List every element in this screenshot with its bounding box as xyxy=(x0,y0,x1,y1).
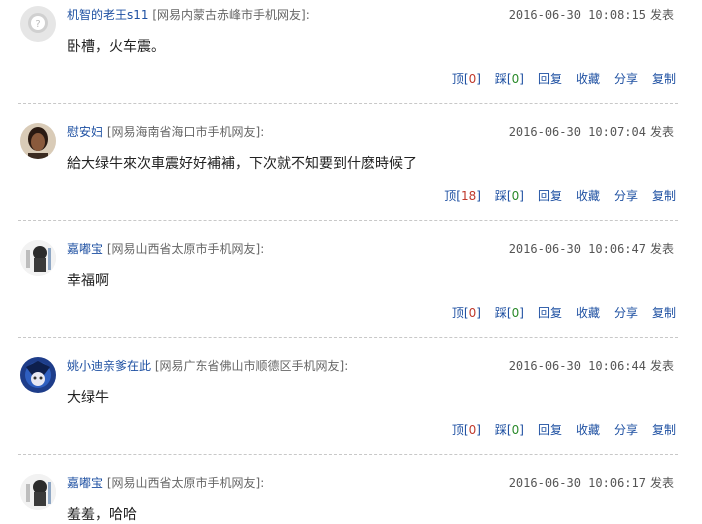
anime-avatar[interactable] xyxy=(20,357,56,393)
comment-item: 慰安妇 [网易海南省海口市手机网友]: 2016-06-30 10:07:04 发… xyxy=(0,117,702,234)
comment-item: 姚小迪亲爹在此 [网易广东省佛山市顺德区手机网友]: 2016-06-30 10… xyxy=(0,351,702,468)
favorite-button[interactable]: 收藏 xyxy=(576,421,600,438)
favorite-button[interactable]: 收藏 xyxy=(576,304,600,321)
photo-avatar[interactable] xyxy=(20,123,56,159)
comment-content: 給大绿牛來次車震好好補補，下次就不知要到什麽時候了 xyxy=(67,156,417,172)
timestamp: 2016-06-30 10:08:15 xyxy=(508,8,646,22)
publish-label: 发表 xyxy=(649,476,674,490)
divider xyxy=(18,454,678,455)
timestamp: 2016-06-30 10:06:44 xyxy=(508,359,646,373)
copy-button[interactable]: 复制 xyxy=(652,187,676,204)
comment-actions: 顶[18] 踩[0] 回复 收藏 分享 复制 xyxy=(444,187,676,204)
comment-content: 羞羞，哈哈 xyxy=(67,507,137,523)
comment-meta: 慰安妇 [网易海南省海口市手机网友]: xyxy=(67,123,264,140)
illustrated-avatar[interactable] xyxy=(20,240,56,276)
comment-time: 2016-06-30 10:06:17 发表 xyxy=(509,474,674,491)
reply-button[interactable]: 回复 xyxy=(538,70,562,87)
comment-actions: 顶[0] 踩[0] 回复 收藏 分享 复制 xyxy=(452,304,676,321)
comment-content: 大绿牛 xyxy=(67,390,109,406)
username-link[interactable]: 慰安妇 xyxy=(67,125,103,139)
publish-label: 发表 xyxy=(649,359,674,373)
default-avatar-icon[interactable]: ? xyxy=(20,6,56,42)
comment-time: 2016-06-30 10:08:15 发表 xyxy=(509,6,674,23)
share-button[interactable]: 分享 xyxy=(614,70,638,87)
comment-meta: 嘉嘟宝 [网易山西省太原市手机网友]: xyxy=(67,474,264,491)
upvote-button[interactable]: 顶[0] xyxy=(452,304,481,321)
share-button[interactable]: 分享 xyxy=(614,304,638,321)
comment-meta: 机智的老王s11 [网易内蒙古赤峰市手机网友]: xyxy=(67,6,310,23)
divider xyxy=(18,337,678,338)
username-link[interactable]: 姚小迪亲爹在此 xyxy=(67,359,151,373)
divider xyxy=(18,103,678,104)
downvote-button[interactable]: 踩[0] xyxy=(495,304,524,321)
comment-time: 2016-06-30 10:06:44 发表 xyxy=(509,357,674,374)
publish-label: 发表 xyxy=(649,8,674,22)
user-location: [网易海南省海口市手机网友]: xyxy=(106,125,265,139)
comment-actions: 顶[0] 踩[0] 回复 收藏 分享 复制 xyxy=(452,70,676,87)
comment-item: ? 机智的老王s11 [网易内蒙古赤峰市手机网友]: 2016-06-30 10… xyxy=(0,0,702,117)
reply-button[interactable]: 回复 xyxy=(538,187,562,204)
username-link[interactable]: 嘉嘟宝 xyxy=(67,242,103,256)
share-button[interactable]: 分享 xyxy=(614,421,638,438)
copy-button[interactable]: 复制 xyxy=(652,70,676,87)
share-button[interactable]: 分享 xyxy=(614,187,638,204)
downvote-button[interactable]: 踩[0] xyxy=(495,187,524,204)
reply-button[interactable]: 回复 xyxy=(538,421,562,438)
timestamp: 2016-06-30 10:07:04 xyxy=(508,125,646,139)
comment-meta: 嘉嘟宝 [网易山西省太原市手机网友]: xyxy=(67,240,264,257)
divider xyxy=(18,220,678,221)
upvote-button[interactable]: 顶[0] xyxy=(452,421,481,438)
timestamp: 2016-06-30 10:06:17 xyxy=(508,476,646,490)
favorite-button[interactable]: 收藏 xyxy=(576,187,600,204)
user-location: [网易广东省佛山市顺德区手机网友]: xyxy=(154,359,349,373)
username-link[interactable]: 嘉嘟宝 xyxy=(67,476,103,490)
comment-time: 2016-06-30 10:06:47 发表 xyxy=(509,240,674,257)
comment-item: 嘉嘟宝 [网易山西省太原市手机网友]: 2016-06-30 10:06:17 发… xyxy=(0,468,702,524)
comment-item: 嘉嘟宝 [网易山西省太原市手机网友]: 2016-06-30 10:06:47 发… xyxy=(0,234,702,351)
publish-label: 发表 xyxy=(649,125,674,139)
copy-button[interactable]: 复制 xyxy=(652,421,676,438)
user-location: [网易山西省太原市手机网友]: xyxy=(106,476,265,490)
downvote-button[interactable]: 踩[0] xyxy=(495,70,524,87)
comment-content: 幸福啊 xyxy=(67,273,109,289)
comment-actions: 顶[0] 踩[0] 回复 收藏 分享 复制 xyxy=(452,421,676,438)
username-link[interactable]: 机智的老王s11 xyxy=(67,8,149,22)
downvote-button[interactable]: 踩[0] xyxy=(495,421,524,438)
upvote-button[interactable]: 顶[18] xyxy=(444,187,481,204)
illustrated-avatar[interactable] xyxy=(20,474,56,510)
comment-list: ? 机智的老王s11 [网易内蒙古赤峰市手机网友]: 2016-06-30 10… xyxy=(0,0,702,523)
user-location: [网易山西省太原市手机网友]: xyxy=(106,242,265,256)
comment-meta: 姚小迪亲爹在此 [网易广东省佛山市顺德区手机网友]: xyxy=(67,357,348,374)
svg-text:?: ? xyxy=(35,19,40,30)
user-location: [网易内蒙古赤峰市手机网友]: xyxy=(152,8,310,22)
upvote-button[interactable]: 顶[0] xyxy=(452,70,481,87)
copy-button[interactable]: 复制 xyxy=(652,304,676,321)
publish-label: 发表 xyxy=(649,242,674,256)
comment-time: 2016-06-30 10:07:04 发表 xyxy=(509,123,674,140)
favorite-button[interactable]: 收藏 xyxy=(576,70,600,87)
reply-button[interactable]: 回复 xyxy=(538,304,562,321)
timestamp: 2016-06-30 10:06:47 xyxy=(508,242,646,256)
comment-content: 卧槽，火车震。 xyxy=(67,39,165,55)
